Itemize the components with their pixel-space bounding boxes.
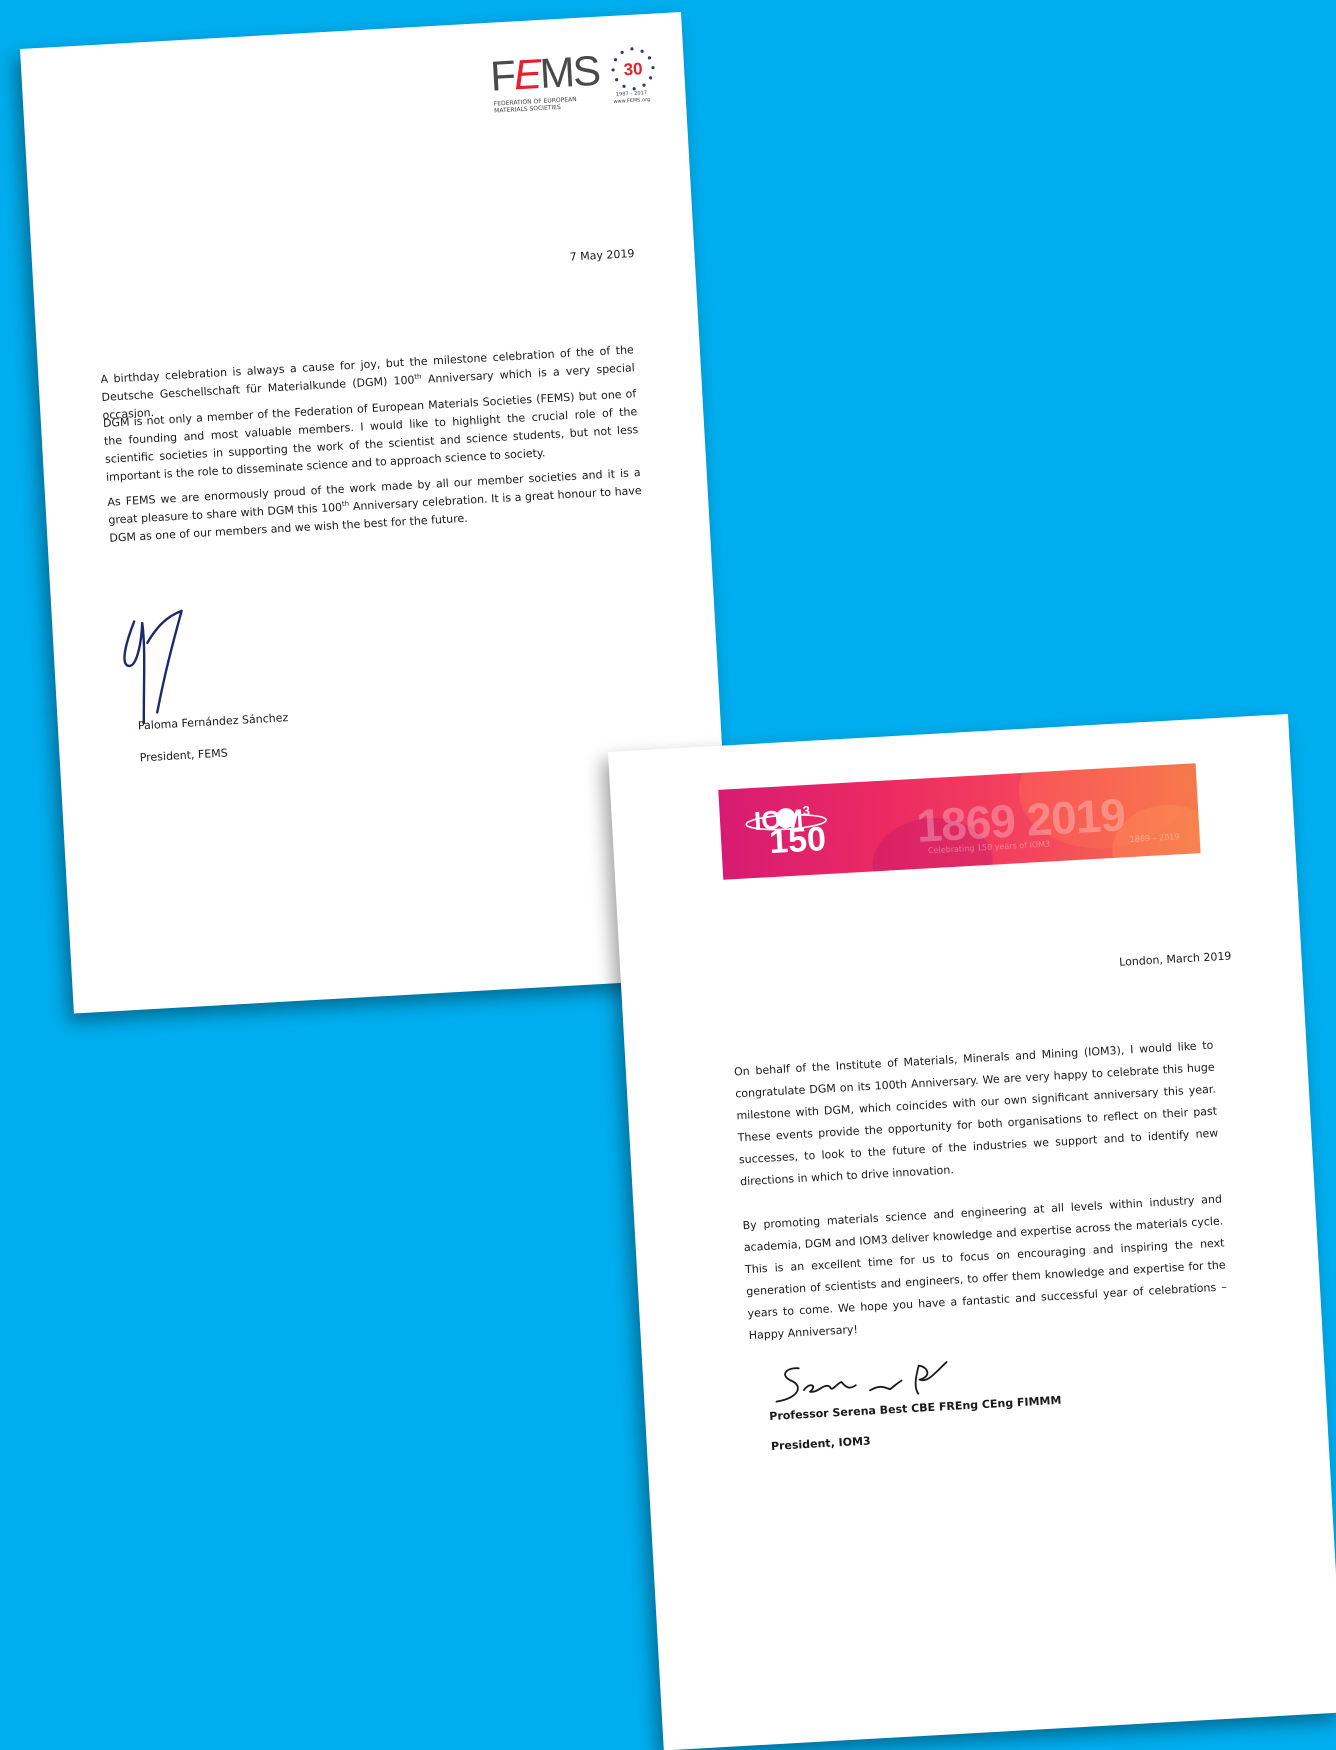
iom3-banner: IOM3 150 1869 2019 Celebrating 150 years… — [718, 763, 1201, 880]
iom3-signatory-title: President, IOM3 — [770, 1434, 871, 1453]
fems-logo-years: 1987 – 2017 www.FEMS.org — [603, 89, 660, 106]
iom3-date: London, March 2019 — [1118, 949, 1232, 969]
iom3-paragraph-1: On behalf of the Institute of Materials,… — [733, 1038, 1219, 1189]
fems-30-anniversary-emblem: 30 — [611, 47, 655, 91]
fems-signature — [123, 609, 183, 725]
fems-signatory-title: President, FEMS — [139, 746, 229, 765]
fems-date: 7 May 2019 — [569, 247, 635, 264]
fems-30-number: 30 — [623, 59, 643, 79]
fems-logo: FEMS FEDERATION OF EUROPEAN MATERIALS SO… — [489, 43, 663, 122]
iom3-paragraph-2: By promoting materials science and engin… — [742, 1192, 1228, 1343]
iom3-logo-150: 150 — [768, 820, 827, 862]
iom3-letter: IOM3 150 1869 2019 Celebrating 150 years… — [608, 713, 1336, 1750]
fems-logo-wordmark: FEMS — [488, 46, 601, 100]
